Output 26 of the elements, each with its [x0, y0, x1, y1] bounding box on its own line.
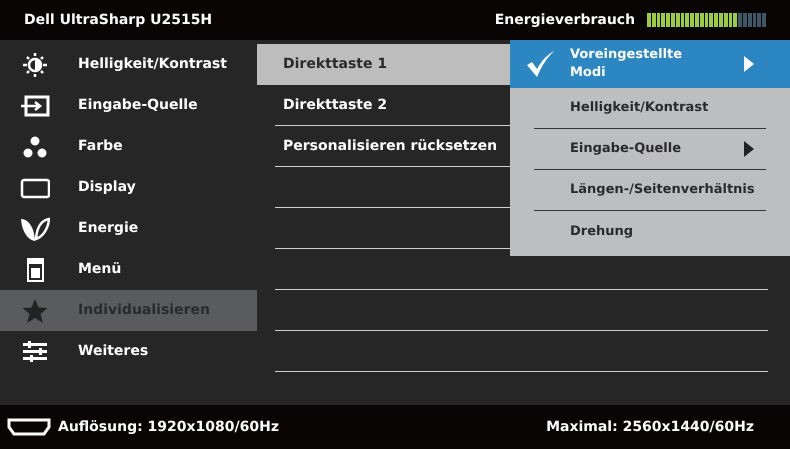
menu-item[interactable]: Menü — [0, 249, 257, 290]
star-icon — [20, 298, 50, 324]
right-arrow-icon — [744, 56, 754, 72]
menu-item[interactable]: Farbe — [0, 126, 257, 167]
resolution-text: Auflösung: 1920x1080/60Hz — [58, 418, 279, 436]
sliders-icon — [20, 338, 50, 364]
leaf-icon — [20, 216, 50, 242]
right-arrow-icon — [744, 141, 754, 157]
popup-item[interactable]: Voreingestellte Modi — [510, 40, 790, 88]
monitor-title: Dell UltraSharp U2515H — [24, 10, 212, 30]
hdmi-port-icon — [6, 417, 52, 437]
maximum-resolution-text: Maximal: 2560x1440/60Hz — [546, 418, 754, 436]
popup-item[interactable]: Helligkeit/Kontrast — [534, 88, 766, 129]
menu-item[interactable]: Helligkeit/Kontrast — [0, 44, 257, 85]
input-source-icon — [20, 92, 50, 118]
menu-item[interactable]: Weiteres — [0, 331, 257, 372]
popup-item[interactable]: Längen-/Seitenverhältnis — [534, 170, 766, 211]
energy-label: Energieverbrauch — [494, 10, 636, 30]
popup-item[interactable]: Drehung — [534, 211, 766, 252]
brightness-icon — [20, 52, 50, 78]
submenu-item[interactable]: Direkttaste 1 — [257, 44, 510, 85]
popup-item[interactable]: Eingabe-Quelle — [534, 129, 766, 170]
menu-item[interactable]: Energie — [0, 208, 257, 249]
checkmark-icon — [525, 50, 555, 78]
menu-item[interactable]: Display — [0, 167, 257, 208]
menu-item[interactable]: Eingabe-Quelle — [0, 85, 257, 126]
